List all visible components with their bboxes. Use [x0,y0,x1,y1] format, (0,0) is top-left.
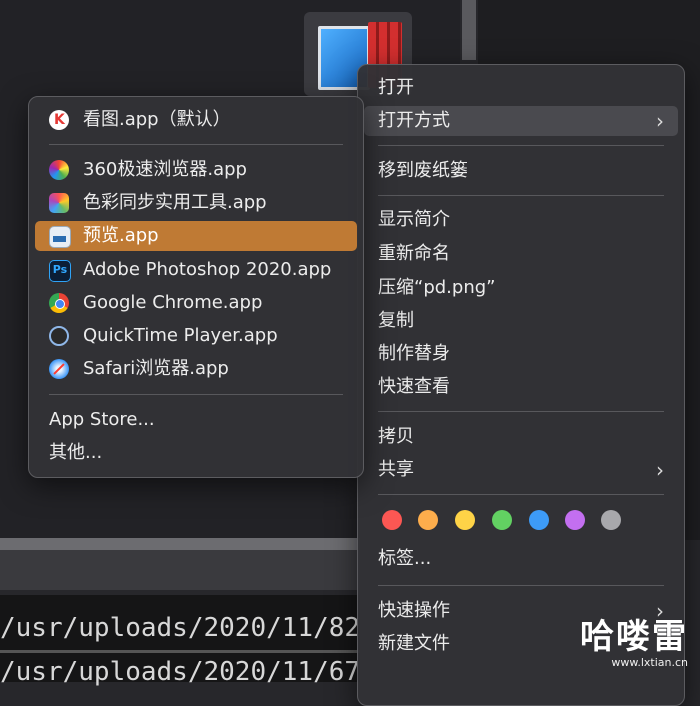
divider [0,650,360,653]
context-menu: 打开 打开方式 › 移到废纸篓 显示简介 重新命名 压缩“pd.png” 复制 制… [357,64,685,706]
menu-separator [378,494,664,495]
status-area [0,550,360,590]
submenu-item-app[interactable]: Ps Adobe Photoshop 2020.app [35,255,357,285]
watermark-title: 哈喽雷 [580,617,688,657]
menu-item-open-with[interactable]: 打开方式 › [364,106,678,136]
menu-separator [49,394,343,395]
menu-item-rename[interactable]: 重新命名 [364,239,678,269]
submenu-item-app[interactable]: QuickTime Player.app [35,321,357,351]
menu-item-open[interactable]: 打开 [364,73,678,103]
tag-yellow-dot[interactable] [455,510,475,530]
menu-separator [378,585,664,586]
submenu-item-app[interactable]: 360极速浏览器.app [35,155,357,185]
chrome-icon [49,293,69,313]
watermark: 哈喽雷 www.lxtian.cn [580,618,688,669]
menu-item-copy[interactable]: 拷贝 [364,422,678,452]
terminal-line: /usr/uploads/2020/11/82 [0,613,360,643]
menu-separator [49,144,343,145]
menu-item-share[interactable]: 共享 › [364,455,678,485]
browser-360-icon [49,160,69,180]
menu-separator [378,411,664,412]
tag-blue-dot[interactable] [529,510,549,530]
menu-item-tags[interactable]: 标签... [364,544,678,574]
terminal-area: /usr/uploads/2020/11/82 /usr/uploads/202… [0,595,360,687]
menu-item-duplicate[interactable]: 复制 [364,306,678,336]
menu-item-get-info[interactable]: 显示简介 [364,205,678,235]
menu-separator [378,195,664,196]
submenu-item-app[interactable]: 色彩同步实用工具.app [35,188,357,218]
quicktime-icon [49,326,69,346]
tag-orange-dot[interactable] [418,510,438,530]
tag-gray-dot[interactable] [601,510,621,530]
submenu-item-app-highlighted[interactable]: 预览.app [35,221,357,251]
photoshop-icon: Ps [49,260,71,282]
menu-separator [378,145,664,146]
submenu-item-default-app[interactable]: 看图.app（默认） [35,105,357,135]
chevron-right-icon: › [656,458,664,482]
vertical-scrollbar[interactable] [462,0,476,60]
horizontal-scrollbar[interactable] [0,538,360,550]
submenu-item-app-store[interactable]: App Store... [35,405,357,435]
safari-icon [49,359,69,379]
menu-item-compress[interactable]: 压缩“pd.png” [364,273,678,303]
colorsync-icon [49,193,69,213]
preview-icon [49,226,71,248]
menu-item-make-alias[interactable]: 制作替身 [364,339,678,369]
submenu-item-other[interactable]: 其他... [35,438,357,468]
menu-item-quick-look[interactable]: 快速查看 [364,372,678,402]
submenu-item-app[interactable]: Safari浏览器.app [35,354,357,384]
chevron-right-icon: › [656,109,664,133]
watermark-url: www.lxtian.cn [611,656,688,669]
open-with-submenu: 看图.app（默认） 360极速浏览器.app 色彩同步实用工具.app 预览.… [28,96,364,478]
tag-red-dot[interactable] [382,510,402,530]
menu-item-move-to-trash[interactable]: 移到废纸篓 [364,156,678,186]
tag-purple-dot[interactable] [565,510,585,530]
tag-green-dot[interactable] [492,510,512,530]
submenu-item-app[interactable]: Google Chrome.app [35,288,357,318]
kantu-icon [49,105,69,135]
terminal-line: /usr/uploads/2020/11/67 [0,657,360,687]
